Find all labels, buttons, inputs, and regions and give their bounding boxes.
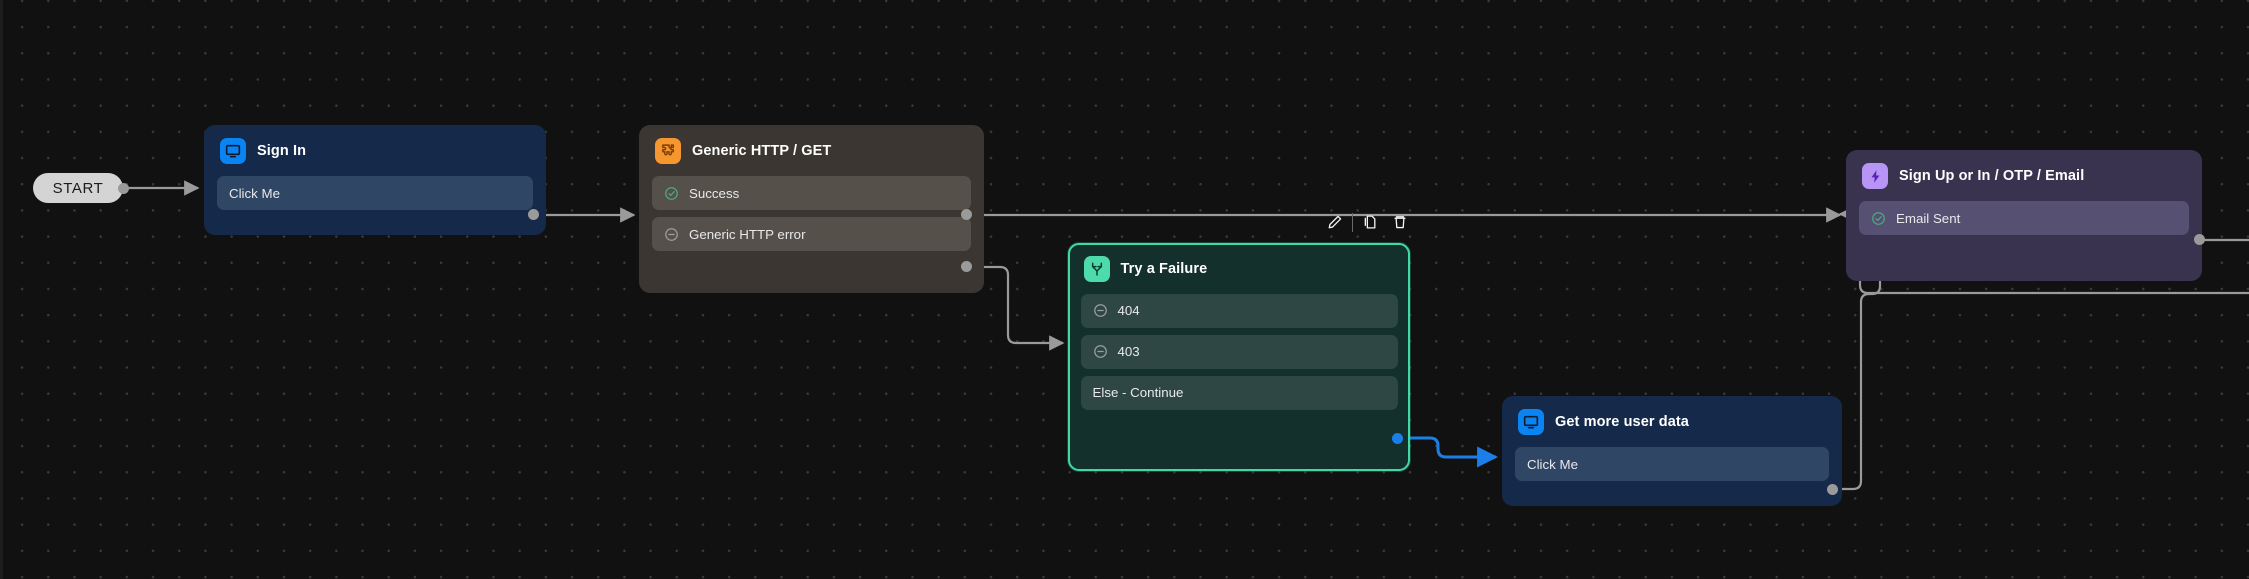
node-get-more-user-data[interactable]: Get more user data Click Me (1502, 396, 1842, 506)
node-try-a-failure[interactable]: Try a Failure 404 403 Else - Continue (1068, 243, 1410, 471)
port-out-try-a-failure-else[interactable] (1392, 433, 1403, 444)
start-label: START (52, 179, 104, 197)
node-try-a-failure-header: Try a Failure (1081, 255, 1398, 282)
node-try-a-failure-title: Try a Failure (1120, 260, 1208, 277)
node-generic-http-header: Generic HTTP / GET (652, 138, 971, 164)
port-out-sign-in-click-me[interactable] (528, 209, 539, 220)
port-try-a-failure-404[interactable]: 404 (1080, 293, 1398, 328)
check-circle-icon (664, 186, 679, 201)
lightning-bolt-icon (1862, 163, 1888, 189)
port-try-a-failure-else-continue[interactable]: Else - Continue (1080, 375, 1398, 410)
canvas-left-rail (0, 0, 3, 579)
port-out-generic-http-success[interactable] (961, 209, 972, 220)
port-label: 403 (1117, 344, 1140, 359)
check-circle-icon (1871, 211, 1886, 226)
edit-button[interactable] (1320, 211, 1350, 233)
port-label: Generic HTTP error (689, 226, 806, 242)
node-sign-in-header: Sign In (217, 138, 533, 164)
port-out-sign-up-email-sent[interactable] (2194, 234, 2205, 245)
port-label: Else - Continue (1092, 385, 1184, 400)
toolbar-divider (1352, 212, 1353, 232)
branch-icon (1083, 255, 1110, 282)
port-label: Success (689, 185, 740, 201)
node-sign-up-or-in-header: Sign Up or In / OTP / Email (1859, 163, 2189, 189)
minus-circle-icon (1093, 344, 1108, 359)
node-generic-http-get[interactable]: Generic HTTP / GET Success Generic HTTP … (639, 125, 984, 293)
port-get-more-user-data-click-me[interactable]: Click Me (1515, 447, 1829, 481)
node-sign-up-or-in-title: Sign Up or In / OTP / Email (1899, 168, 2085, 184)
port-label: Click Me (229, 185, 280, 201)
start-node[interactable]: START (33, 173, 123, 203)
edge-else-to-get-more-user-data (1399, 436, 1499, 468)
start-output-port[interactable] (118, 183, 129, 194)
node-selection-toolbar[interactable] (1320, 211, 1415, 233)
node-sign-up-or-in[interactable]: Sign Up or In / OTP / Email Email Sent (1846, 150, 2202, 281)
port-sign-in-click-me[interactable]: Click Me (217, 176, 533, 210)
minus-circle-icon (664, 227, 679, 242)
port-sign-up-email-sent[interactable]: Email Sent (1859, 201, 2189, 235)
duplicate-button[interactable] (1355, 211, 1385, 233)
port-generic-http-success[interactable]: Success (652, 176, 971, 210)
node-sign-in-title: Sign In (257, 143, 307, 159)
port-label: Click Me (1527, 456, 1578, 472)
flow-canvas[interactable]: START Sign In Click Me Generic HTTP / GE… (0, 0, 2249, 579)
screen-icon (1518, 409, 1544, 435)
port-out-generic-http-error[interactable] (961, 261, 972, 272)
port-out-get-more-user-data[interactable] (1827, 484, 1838, 495)
screen-icon (220, 138, 246, 164)
port-label: 404 (1117, 303, 1140, 318)
minus-circle-icon (1093, 303, 1108, 318)
node-get-more-user-data-title: Get more user data (1555, 414, 1689, 430)
puzzle-piece-icon (655, 138, 681, 164)
node-sign-in[interactable]: Sign In Click Me (204, 125, 546, 235)
port-try-a-failure-403[interactable]: 403 (1080, 334, 1398, 369)
delete-button[interactable] (1385, 211, 1415, 233)
node-generic-http-title: Generic HTTP / GET (692, 143, 832, 159)
node-get-more-user-data-header: Get more user data (1515, 409, 1829, 435)
port-generic-http-error[interactable]: Generic HTTP error (652, 217, 971, 251)
port-label: Email Sent (1896, 210, 1961, 226)
